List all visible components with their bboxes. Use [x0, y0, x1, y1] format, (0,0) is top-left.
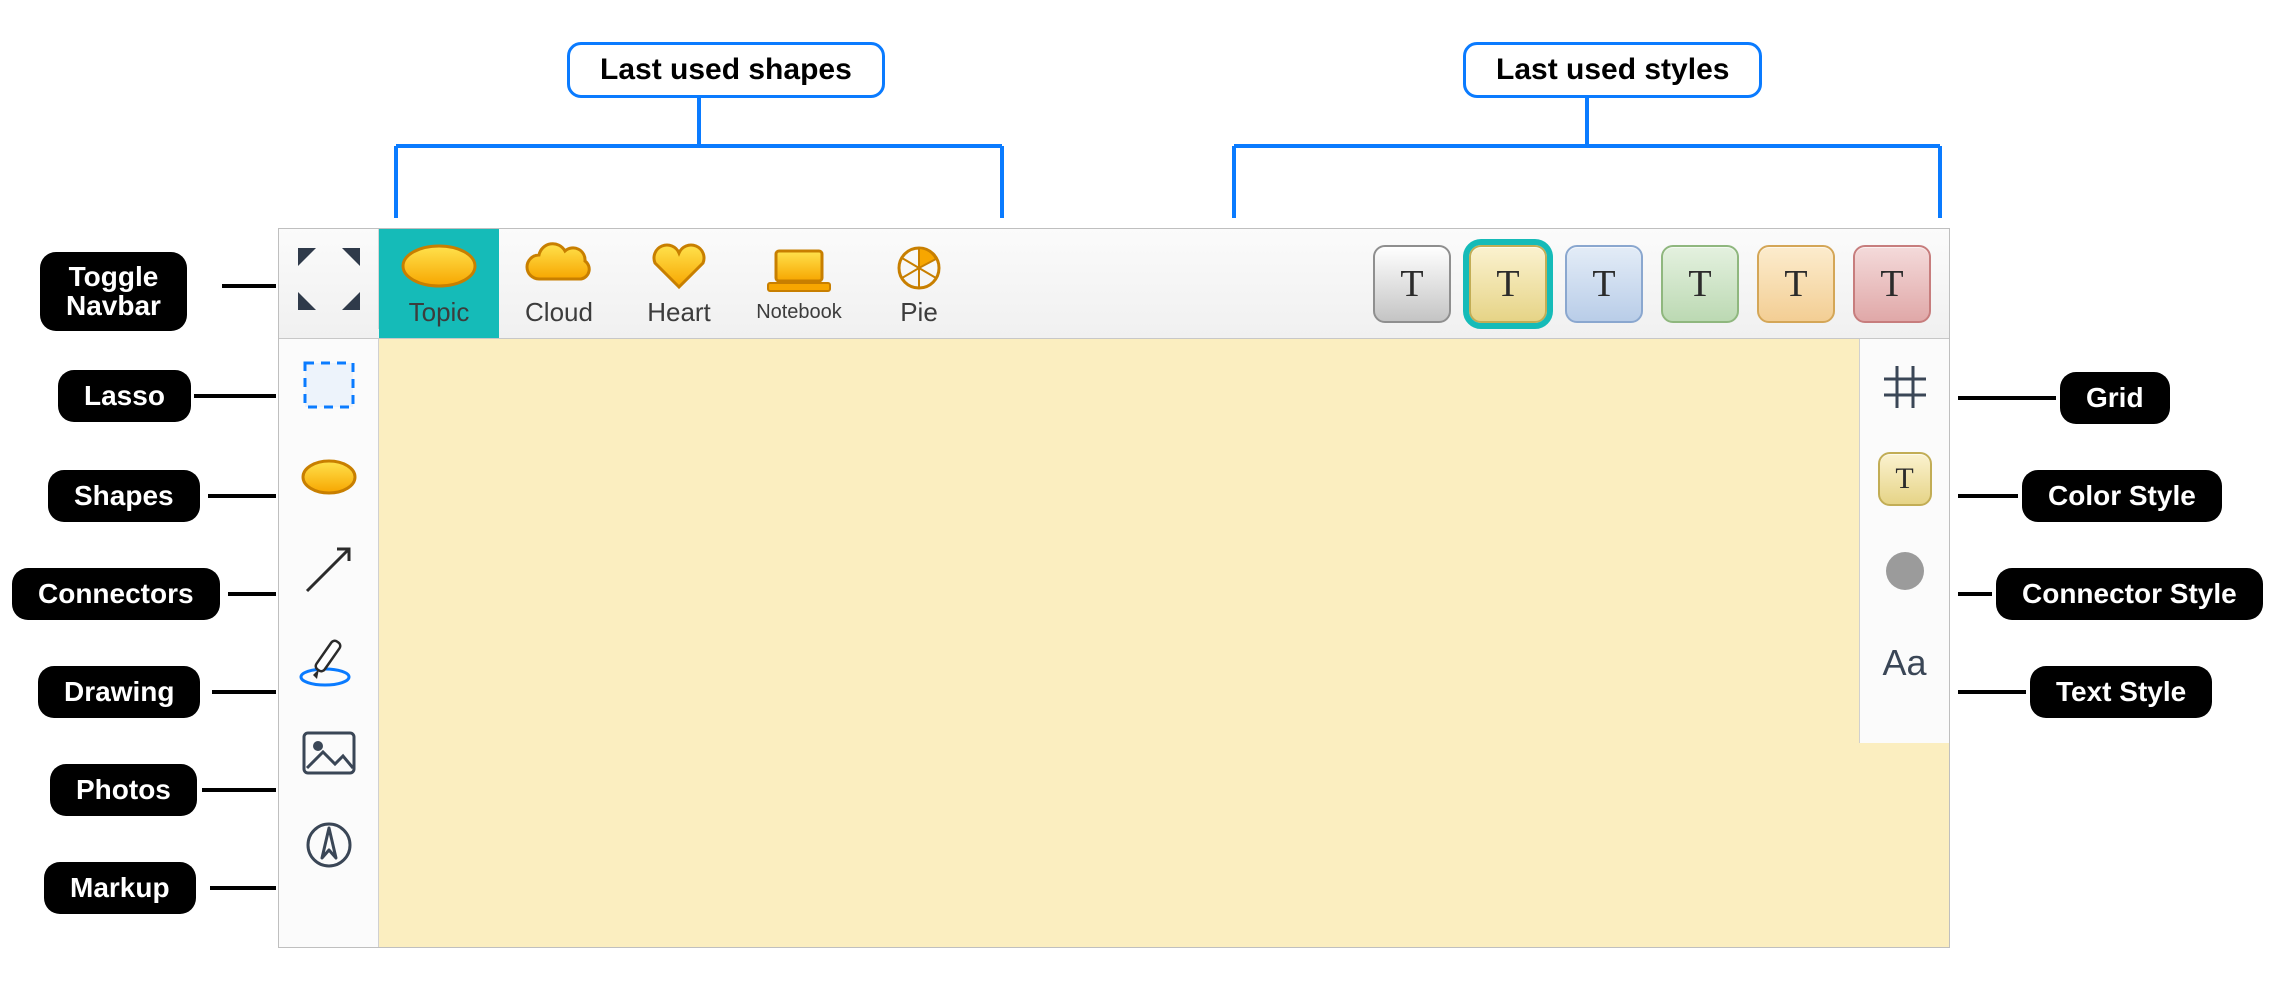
- style-swatch-red[interactable]: T: [1853, 245, 1931, 323]
- cloud-icon: [519, 239, 599, 293]
- markup-icon: [304, 820, 354, 870]
- shape-heart[interactable]: Heart: [619, 229, 739, 338]
- shape-label: Topic: [409, 297, 470, 328]
- lasso-icon: [301, 359, 357, 411]
- annotation-connector-style: Connector Style: [1996, 568, 2263, 620]
- ellipse-icon: [299, 456, 359, 498]
- grid-tool[interactable]: [1873, 359, 1937, 415]
- annotation-text: Toggle Navbar: [66, 262, 161, 321]
- annotation-toggle-navbar: Toggle Navbar: [40, 252, 187, 331]
- photo-icon: [301, 730, 357, 776]
- annotation-connectors: Connectors: [12, 568, 220, 620]
- drawing-tool[interactable]: [297, 633, 361, 689]
- lead-line: [1958, 396, 2056, 400]
- fullscreen-icon: [294, 244, 364, 314]
- pie-icon: [892, 239, 946, 293]
- shape-label: Notebook: [756, 301, 842, 324]
- toggle-navbar-button[interactable]: [279, 229, 379, 329]
- lead-line: [212, 690, 276, 694]
- shape-label: Heart: [647, 297, 711, 328]
- lead-line: [222, 284, 276, 288]
- style-swatch-yellow[interactable]: T: [1469, 245, 1547, 323]
- notebook-icon: [764, 243, 834, 297]
- annotation-markup: Markup: [44, 862, 196, 914]
- shapes-tool[interactable]: [297, 449, 361, 505]
- color-style-tool[interactable]: T: [1873, 451, 1937, 507]
- lead-line: [1958, 592, 1992, 596]
- lead-line: [210, 886, 276, 890]
- text-style-icon: Aa: [1882, 642, 1926, 684]
- shape-label: Pie: [900, 297, 938, 328]
- lead-line: [194, 394, 276, 398]
- style-swatch-orange[interactable]: T: [1757, 245, 1835, 323]
- lasso-tool[interactable]: [297, 357, 361, 413]
- callout-last-used-shapes: Last used shapes: [567, 42, 885, 98]
- markup-tool[interactable]: [297, 817, 361, 873]
- annotation-shapes: Shapes: [48, 470, 200, 522]
- app-window: Topic Cloud Heart: [278, 228, 1950, 948]
- arrow-icon: [301, 541, 357, 597]
- styles-strip: T T T T T T: [1373, 229, 1949, 338]
- callout-last-used-styles: Last used styles: [1463, 42, 1762, 98]
- annotation-lasso: Lasso: [58, 370, 191, 422]
- annotation-color-style: Color Style: [2022, 470, 2222, 522]
- lead-line: [1958, 494, 2018, 498]
- shape-label: Cloud: [525, 297, 593, 328]
- right-toolbar: T Aa: [1859, 339, 1949, 743]
- shape-topic[interactable]: Topic: [379, 229, 499, 338]
- pen-icon: [297, 633, 361, 689]
- photos-tool[interactable]: [297, 725, 361, 781]
- style-swatch-green[interactable]: T: [1661, 245, 1739, 323]
- lead-line: [202, 788, 276, 792]
- circle-icon: [1882, 548, 1928, 594]
- shape-pie[interactable]: Pie: [859, 229, 979, 338]
- style-swatch-grey[interactable]: T: [1373, 245, 1451, 323]
- bracket-styles: [1232, 98, 1942, 228]
- connectors-tool[interactable]: [297, 541, 361, 597]
- annotation-grid: Grid: [2060, 372, 2170, 424]
- topbar: Topic Cloud Heart: [279, 229, 1949, 339]
- connector-style-tool[interactable]: [1873, 543, 1937, 599]
- shape-notebook[interactable]: Notebook: [739, 229, 859, 338]
- text-style-tool[interactable]: Aa: [1873, 635, 1937, 691]
- bracket-shapes: [394, 98, 1004, 228]
- grid-icon: [1882, 364, 1928, 410]
- lead-line: [228, 592, 276, 596]
- style-swatch-blue[interactable]: T: [1565, 245, 1643, 323]
- color-style-swatch-icon: T: [1878, 452, 1932, 506]
- ellipse-icon: [399, 239, 479, 293]
- annotation-photos: Photos: [50, 764, 197, 816]
- annotation-text-style: Text Style: [2030, 666, 2212, 718]
- annotation-drawing: Drawing: [38, 666, 200, 718]
- canvas[interactable]: [379, 339, 1949, 947]
- shape-cloud[interactable]: Cloud: [499, 229, 619, 338]
- left-toolbar: [279, 339, 379, 947]
- lead-line: [1958, 690, 2026, 694]
- heart-icon: [649, 239, 709, 293]
- lead-line: [208, 494, 276, 498]
